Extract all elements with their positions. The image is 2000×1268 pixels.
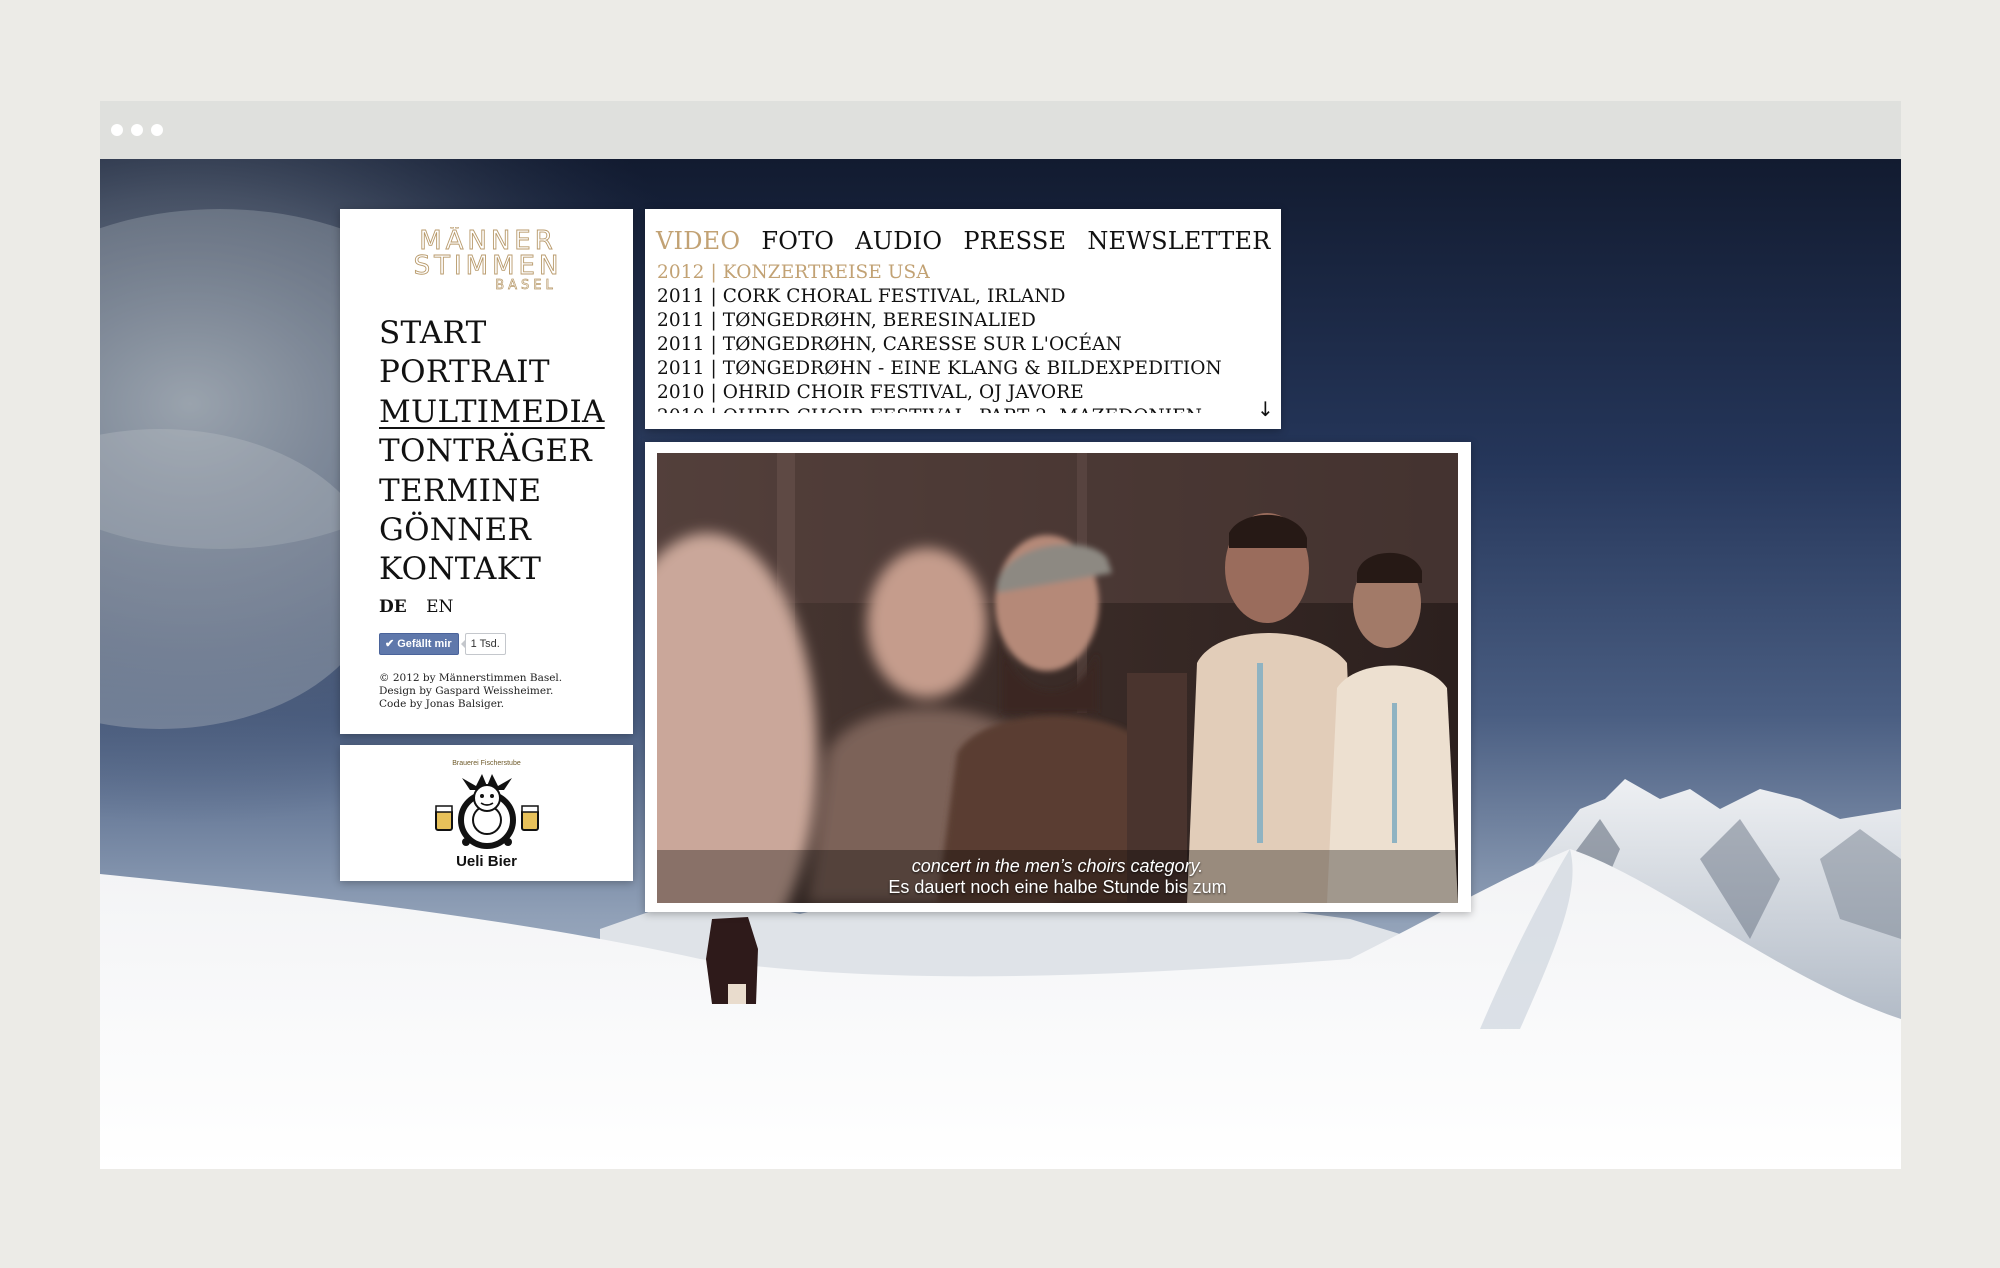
facebook-like-button[interactable]: ✔ Gefällt mir [379, 633, 459, 655]
subtitle-line: concert in the men’s choirs category. [911, 856, 1204, 876]
nav-item-goenner[interactable]: GÖNNER [379, 511, 605, 550]
tab-video[interactable]: VIDEO [656, 227, 740, 255]
browser-window: MÄNNER STIMMEN BASEL START PORTRAIT MULT… [100, 101, 1901, 1169]
tab-newsletter[interactable]: NEWSLETTER [1087, 227, 1270, 255]
sponsor-name: Ueli Bier [456, 853, 517, 870]
nav-item-multimedia[interactable]: MULTIMEDIA [379, 393, 605, 432]
page-viewport: MÄNNER STIMMEN BASEL START PORTRAIT MULT… [100, 159, 1901, 1169]
lang-de[interactable]: DE [379, 597, 407, 617]
subtitle-line: Es dauert noch eine halbe Stunde bis zum [888, 877, 1227, 897]
credits: © 2012 by Männerstimmen Basel. Design by… [379, 672, 562, 711]
credit-line: Design by Gaspard Weissheimer. [379, 685, 554, 697]
jester-mascot-icon [435, 774, 539, 849]
facebook-like: ✔ Gefällt mir 1 Tsd. [379, 633, 506, 655]
window-dot-icon[interactable] [111, 124, 123, 136]
sponsor-top-text: Brauerei Fischerstube [452, 760, 521, 767]
lang-en[interactable]: EN [426, 597, 453, 617]
nav-item-portrait[interactable]: PORTRAIT [379, 353, 605, 392]
tab-presse[interactable]: PRESSE [963, 227, 1066, 255]
tab-foto[interactable]: FOTO [761, 227, 834, 255]
like-count: 1 Tsd. [460, 633, 506, 655]
list-item[interactable]: 2011 | TØNGEDRØHN, CARESSE SUR L'OCÉAN [657, 333, 1237, 357]
video-still-choir [657, 453, 1458, 903]
credit-line: Code by Jonas Balsiger. [379, 698, 505, 710]
window-titlebar [100, 101, 1901, 159]
credit-line: © 2012 by Männerstimmen Basel. [379, 672, 563, 684]
media-panel: VIDEO FOTO AUDIO PRESSE NEWSLETTER 2012 … [645, 209, 1281, 429]
logo-line3: BASEL [495, 278, 557, 291]
list-item[interactable]: 2011 | TØNGEDRØHN, BERESINALIED [657, 309, 1237, 333]
video-frame[interactable]: concert in the men’s choirs category. Es… [657, 453, 1458, 903]
list-item[interactable]: 2011 | TØNGEDRØHN - EINE KLANG & BILDEXP… [657, 357, 1237, 381]
main-nav: START PORTRAIT MULTIMEDIA TONTRÄGER TERM… [379, 314, 605, 590]
language-switch: DE EN [379, 597, 467, 617]
list-item[interactable]: 2010 | OHRID CHOIR FESTIVAL, OJ JAVORE [657, 381, 1237, 405]
window-dot-icon[interactable] [131, 124, 143, 136]
nav-item-kontakt[interactable]: KONTAKT [379, 550, 605, 589]
sponsor-panel[interactable]: Brauerei Fischerstube Ueli Bier [340, 745, 633, 881]
nav-panel: MÄNNER STIMMEN BASEL START PORTRAIT MULT… [340, 209, 633, 734]
video-list[interactable]: 2012 | KONZERTREISE USA 2011 | CORK CHOR… [657, 261, 1237, 413]
tab-audio[interactable]: AUDIO [855, 227, 942, 255]
video-player[interactable]: concert in the men’s choirs category. Es… [645, 442, 1471, 912]
media-tabs: VIDEO FOTO AUDIO PRESSE NEWSLETTER [656, 227, 1286, 255]
logo-line2: STIMMEN [414, 251, 563, 281]
arrow-down-icon[interactable]: ↓ [1257, 397, 1274, 421]
list-item[interactable]: 2011 | CORK CHORAL FESTIVAL, IRLAND [657, 285, 1237, 309]
site-logo[interactable]: MÄNNER STIMMEN BASEL [376, 227, 600, 291]
list-item[interactable]: 2012 | KONZERTREISE USA [657, 261, 1237, 285]
like-label: Gefällt mir [397, 638, 452, 650]
nav-item-start[interactable]: START [379, 314, 605, 353]
nav-item-termine[interactable]: TERMINE [379, 472, 605, 511]
checkmark-icon: ✔ [385, 638, 395, 650]
subtitle-bar: concert in the men’s choirs category. Es… [657, 850, 1458, 903]
nav-item-tontraeger[interactable]: TONTRÄGER [379, 432, 605, 471]
list-item[interactable]: 2010 | OHRID CHOIR FESTIVAL, PART 2, MAZ… [657, 405, 1237, 413]
window-dot-icon[interactable] [151, 124, 163, 136]
